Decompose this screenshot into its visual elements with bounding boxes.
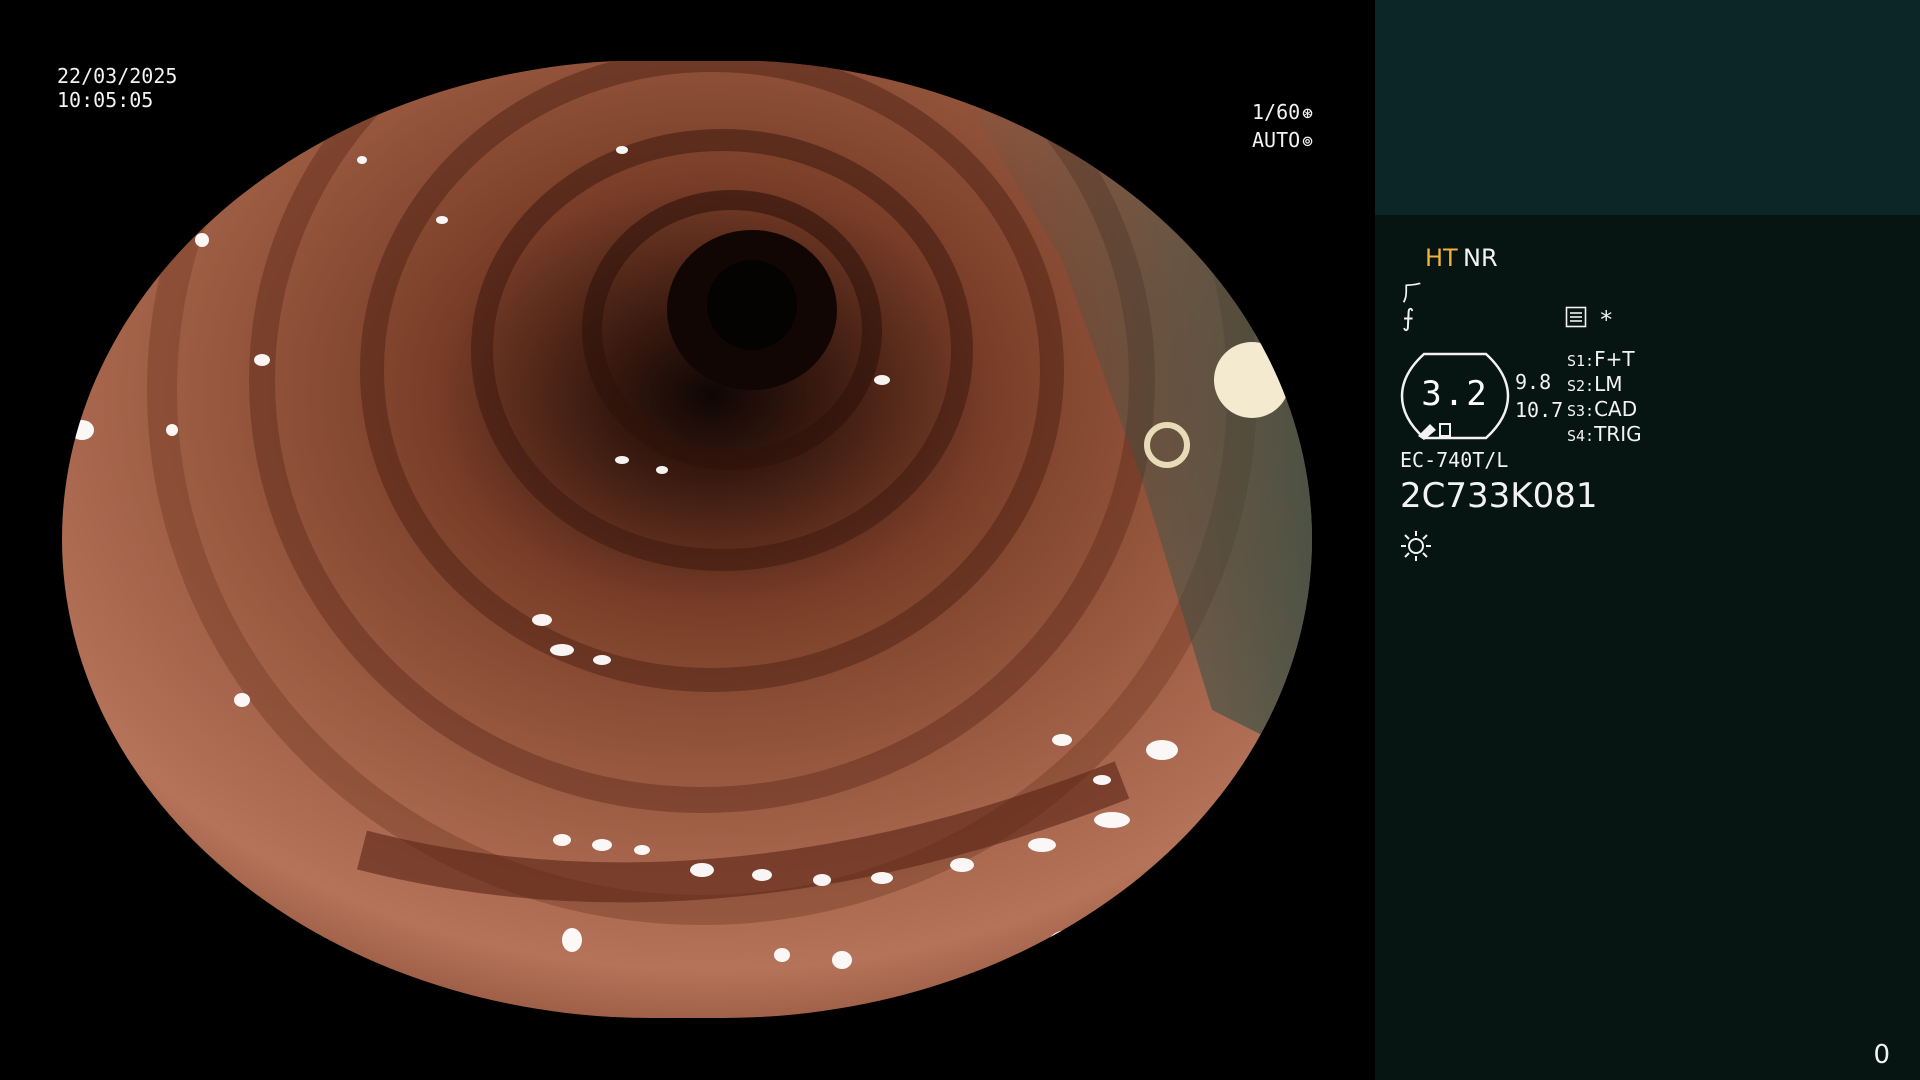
scope-serial: 2C733K081 (1400, 476, 1598, 516)
switch-value: LM (1594, 372, 1623, 396)
mode-nr-label: NR (1463, 244, 1498, 272)
mode-ht-label: HT (1425, 244, 1458, 272)
function-icon: ⨍ (1402, 304, 1415, 332)
zoom-badge: 3.2 (1400, 352, 1510, 440)
endoscope-image (62, 60, 1312, 1018)
video-area: 22/03/2025 10:05:05 1/60 ⊛ AUTO ⊚ (0, 0, 1375, 1080)
preview-box (1375, 0, 1920, 215)
letterbox-top (0, 0, 1375, 61)
switch-value: CAD (1594, 397, 1638, 421)
letterbox-bottom (0, 1018, 1375, 1080)
switch-value: F+T (1594, 347, 1635, 371)
switch-row-3: S3:CAD (1567, 397, 1637, 421)
exposure-mode: AUTO (1252, 128, 1301, 152)
aperture-icon: ⊛ (1302, 103, 1314, 124)
switch-row-4: S4:TRIG (1567, 422, 1642, 446)
asterisk-mark: * (1599, 306, 1614, 334)
switch-label: S1: (1567, 352, 1595, 370)
switch-row-1: S1:F+T (1567, 347, 1635, 371)
sun-icon (1400, 530, 1432, 562)
endoscopy-screen: 22/03/2025 10:05:05 1/60 ⊛ AUTO ⊚ HT NR ⺁ … (0, 0, 1920, 1080)
frame-counter: 0 (1873, 1040, 1890, 1070)
switch-row-2: S2:LM (1567, 372, 1623, 396)
zoom-min: 9.8 (1515, 370, 1552, 394)
zoom-value: 3.2 (1421, 374, 1489, 414)
switch-label: S3: (1567, 402, 1595, 420)
shutter-readout: 1/60 ⊛ (1252, 100, 1313, 126)
iris-icon: ⊚ (1302, 131, 1314, 152)
zoom-max: 10.7 (1515, 398, 1564, 422)
switch-label: S2: (1567, 377, 1595, 395)
exposure-readout: AUTO ⊚ (1252, 128, 1313, 154)
time-readout: 10:05:05 (57, 88, 154, 112)
switch-label: S4: (1567, 427, 1595, 445)
shutter-value: 1/60 (1252, 100, 1301, 124)
date-readout: 22/03/2025 (57, 64, 178, 88)
status-panel: HT NR ⺁ ⨍ * 3.2 9.8 10.7 S1:F+T S2:LM S3… (1375, 0, 1920, 1080)
scope-model: EC-740T/L (1400, 448, 1509, 472)
record-list-icon (1565, 306, 1587, 333)
switch-value: TRIG (1594, 422, 1642, 446)
